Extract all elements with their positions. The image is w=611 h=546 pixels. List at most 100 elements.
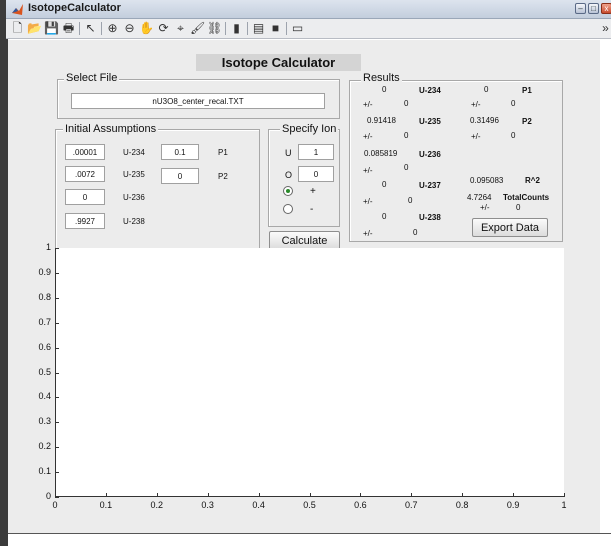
x-tick-label: 0	[52, 500, 58, 510]
plot-axes[interactable]	[55, 248, 564, 497]
toolbar-separator	[79, 22, 80, 35]
p1-initial-input[interactable]: 0.1	[161, 144, 199, 160]
y-tick-label: 0.6	[38, 341, 51, 352]
u237-pm-label: +/-	[363, 197, 373, 206]
x-axis-tick	[309, 493, 311, 497]
save-icon[interactable]: 💾	[44, 21, 59, 36]
figure-toolbar: » 🗋 📂 💾 🖶 ↖ ⊕ ⊖ ✋ ⟳ ⌖ 🖌 ⛓ ▮ ▤ ■ ▭	[6, 19, 611, 39]
u237-result-label: U-237	[419, 181, 441, 190]
r2-label: R^2	[525, 176, 540, 185]
totalcounts-pm-label: +/-	[480, 203, 490, 212]
zoom-out-icon[interactable]: ⊖	[122, 21, 137, 36]
u238-result-value: 0	[382, 212, 387, 221]
u235-initial-input[interactable]: .0072	[65, 166, 105, 182]
data-cursor-icon[interactable]: ⌖	[173, 21, 188, 36]
pan-hand-icon[interactable]: ✋	[139, 21, 154, 36]
minimize-button[interactable]: –	[575, 3, 586, 14]
y-axis-tick	[55, 322, 59, 324]
y-axis-tick	[55, 297, 59, 299]
y-tick-label: 0.2	[38, 441, 51, 452]
y-axis-tick	[55, 397, 59, 399]
u234-pm-label: +/-	[363, 100, 373, 109]
maximize-button[interactable]: □	[588, 3, 599, 14]
x-tick-label: 0.2	[150, 500, 164, 510]
p2-error-value: 0	[511, 131, 516, 140]
filename-field[interactable]: nU3O8_center_recal.TXT	[71, 93, 325, 109]
u237-error-value: 0	[408, 196, 413, 205]
y-axis-tick	[55, 497, 59, 498]
specify-ion-title: Specify Ion	[280, 123, 339, 135]
legend-icon[interactable]: ▤	[251, 21, 266, 36]
u238-initial-input[interactable]: .9927	[65, 213, 105, 229]
u236-initial-input[interactable]: 0	[65, 189, 105, 205]
x-tick-label: 0.3	[201, 500, 214, 510]
u234-result-value: 0	[382, 85, 387, 94]
x-axis-tick	[564, 493, 565, 497]
ion-plus-radio[interactable]	[283, 186, 293, 196]
u234-error-value: 0	[404, 99, 409, 108]
totalcounts-value: 4.7264	[467, 193, 492, 202]
p2-pm-label: +/-	[471, 132, 481, 141]
zoom-in-icon[interactable]: ⊕	[105, 21, 120, 36]
brush-icon[interactable]: 🖌	[190, 21, 205, 36]
y-tick-label: 0.8	[38, 291, 51, 302]
open-folder-icon[interactable]: 📂	[27, 21, 42, 36]
ion-o-input[interactable]: 0	[298, 166, 334, 182]
y-tick-label: 0.3	[38, 416, 51, 427]
p1-error-value: 0	[511, 99, 516, 108]
pointer-arrow-icon[interactable]: ↖	[83, 21, 98, 36]
u234-initial-label: U-234	[123, 148, 145, 157]
matlab-logo-icon	[12, 4, 23, 15]
toolbar-separator	[286, 22, 287, 35]
x-axis-tick	[207, 493, 209, 497]
hide-plot-tools-icon[interactable]: ■	[268, 21, 283, 36]
x-axis-tick	[156, 493, 158, 497]
new-file-icon[interactable]: 🗋	[10, 21, 25, 36]
ion-minus-radio[interactable]	[283, 204, 293, 214]
ion-plus-label: +	[310, 186, 316, 197]
y-axis-tick	[55, 347, 59, 349]
colorbar-icon[interactable]: ▮	[229, 21, 244, 36]
title-bar: IsotopeCalculator – □ x	[6, 0, 611, 19]
u236-error-value: 0	[404, 163, 409, 172]
u235-result-value: 0.91418	[367, 116, 396, 125]
u235-error-value: 0	[404, 131, 409, 140]
p2-result-value: 0.31496	[470, 116, 499, 125]
u238-pm-label: +/-	[363, 229, 373, 238]
u235-pm-label: +/-	[363, 132, 373, 141]
y-tick-label: 0.7	[38, 316, 51, 327]
y-tick-label: 0.4	[38, 391, 51, 402]
link-plot-icon[interactable]: ⛓	[207, 21, 222, 36]
x-tick-label: 0.8	[455, 500, 469, 510]
show-plot-tools-icon[interactable]: ▭	[290, 21, 305, 36]
export-data-button[interactable]: Export Data	[472, 218, 548, 237]
app-title: Isotope Calculator	[196, 54, 361, 71]
ion-minus-label: -	[310, 204, 314, 215]
y-axis-tick	[55, 422, 59, 424]
y-axis-tick	[55, 272, 59, 274]
window-title: IsotopeCalculator	[28, 2, 121, 14]
toolbar-separator	[247, 22, 248, 35]
u234-result-label: U-234	[419, 86, 441, 95]
y-tick-label: 0.9	[38, 266, 51, 277]
print-icon[interactable]: 🖶	[61, 21, 76, 36]
x-axis-tick	[105, 493, 107, 497]
x-axis-tick	[411, 493, 413, 497]
ion-o-label: O	[285, 170, 293, 180]
toolbar-overflow-icon[interactable]: »	[598, 21, 611, 36]
y-axis-tick	[55, 472, 59, 474]
initial-assumptions-title: Initial Assumptions	[63, 123, 159, 135]
p2-initial-label: P2	[218, 172, 228, 181]
p2-initial-input[interactable]: 0	[161, 168, 199, 184]
u235-initial-label: U-235	[123, 170, 145, 179]
u236-result-value: 0.085819	[364, 149, 398, 158]
toolbar-separator	[225, 22, 226, 35]
x-axis-tick	[258, 493, 260, 497]
x-tick-label: 0.9	[506, 500, 520, 510]
close-button[interactable]: x	[601, 3, 611, 14]
rotate-3d-icon[interactable]: ⟳	[156, 21, 171, 36]
ion-u-input[interactable]: 1	[298, 144, 334, 160]
x-tick-label: 0.1	[99, 500, 113, 510]
u234-initial-input[interactable]: .00001	[65, 144, 105, 160]
u236-result-label: U-236	[419, 150, 441, 159]
